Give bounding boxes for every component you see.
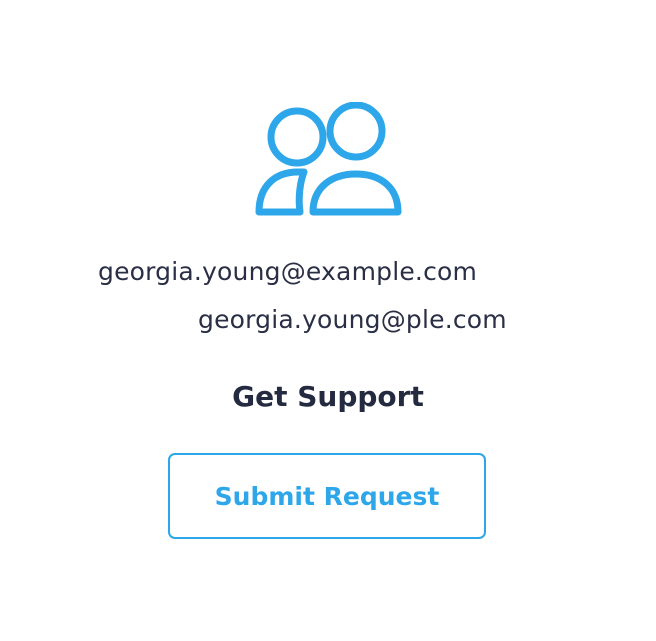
secondary-email: georgia.young@ple.com — [198, 305, 507, 334]
submit-request-button[interactable]: Submit Request — [168, 453, 486, 539]
support-title: Get Support — [232, 380, 424, 413]
users-icon — [254, 102, 402, 218]
submit-request-label: Submit Request — [214, 481, 440, 511]
primary-email: georgia.young@example.com — [98, 257, 478, 286]
